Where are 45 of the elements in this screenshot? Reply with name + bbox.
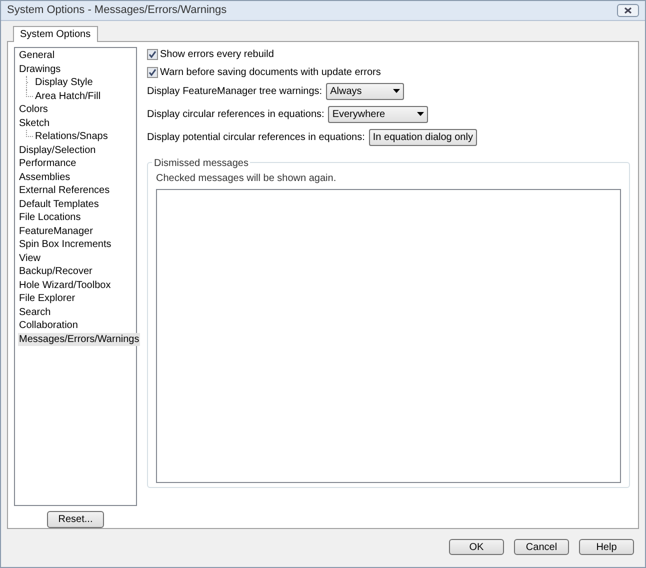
tree-item[interactable]: Colors	[18, 103, 49, 116]
dialog-button[interactable]: Help	[579, 539, 634, 555]
checkbox-label: Show errors every rebuild	[160, 48, 274, 62]
tree-item[interactable]: Drawings	[18, 62, 62, 76]
dropdown[interactable]: In equation dialog only	[368, 128, 477, 146]
dropdown[interactable]: Always	[326, 82, 404, 100]
tree-item[interactable]: Hole Wizard/Toolbox	[18, 278, 112, 292]
window-title: System Options - Messages/Errors/Warnings	[7, 3, 227, 18]
tree-item[interactable]: Messages/Errors/Warnings	[18, 332, 140, 346]
checkbox[interactable]	[147, 48, 158, 60]
reset-button[interactable]: Reset...	[47, 511, 104, 528]
tree-item[interactable]: Default Templates	[18, 198, 100, 211]
hint-text: Checked messages will be shown again.	[156, 172, 338, 185]
caret-icon	[393, 89, 400, 93]
checkbox[interactable]	[147, 66, 158, 78]
tree-item[interactable]: Assemblies	[18, 170, 72, 184]
group-title: Dismissed messages	[152, 156, 250, 171]
tree-item[interactable]: Performance	[18, 157, 78, 170]
tree-item[interactable]: General	[18, 49, 56, 62]
tab[interactable]: System Options	[13, 26, 98, 42]
tree-item[interactable]: File Explorer	[18, 292, 76, 306]
tree-item[interactable]: File Locations	[18, 211, 82, 224]
tree-item[interactable]: Area Hatch/Fill	[34, 90, 102, 103]
dialog-button[interactable]: OK	[449, 539, 504, 555]
tree-item[interactable]: Backup/Recover	[18, 265, 94, 278]
dropdown-label: Display circular references in equations:	[147, 108, 324, 122]
dropdown[interactable]: Everywhere	[328, 106, 428, 122]
tree-item[interactable]: Display/Selection	[18, 144, 97, 157]
tree-item[interactable]: View	[18, 252, 42, 265]
tree-item[interactable]: Search	[18, 306, 52, 319]
tree-item[interactable]: Sketch	[18, 116, 51, 130]
tree-line	[26, 130, 33, 137]
tree-item[interactable]: Collaboration	[18, 319, 79, 332]
tree-item[interactable]: External References	[18, 184, 111, 198]
dialog-button[interactable]: Cancel	[514, 539, 569, 555]
tree-item[interactable]: FeatureManager	[18, 224, 94, 238]
tree-item[interactable]: Relations/Snaps	[34, 130, 109, 144]
close-button[interactable]	[617, 4, 639, 17]
tree-item[interactable]: Display Style	[34, 76, 94, 90]
dropdown-label: Display potential circular references in equations:	[147, 130, 365, 144]
close-icon	[624, 7, 632, 14]
checkbox-label: Warn before saving documents with update errors	[160, 66, 381, 80]
caret-icon	[417, 112, 424, 116]
dropdown-label: Display FeatureManager tree warnings:	[147, 84, 322, 98]
tree-item[interactable]: Spin Box Increments	[18, 238, 112, 252]
